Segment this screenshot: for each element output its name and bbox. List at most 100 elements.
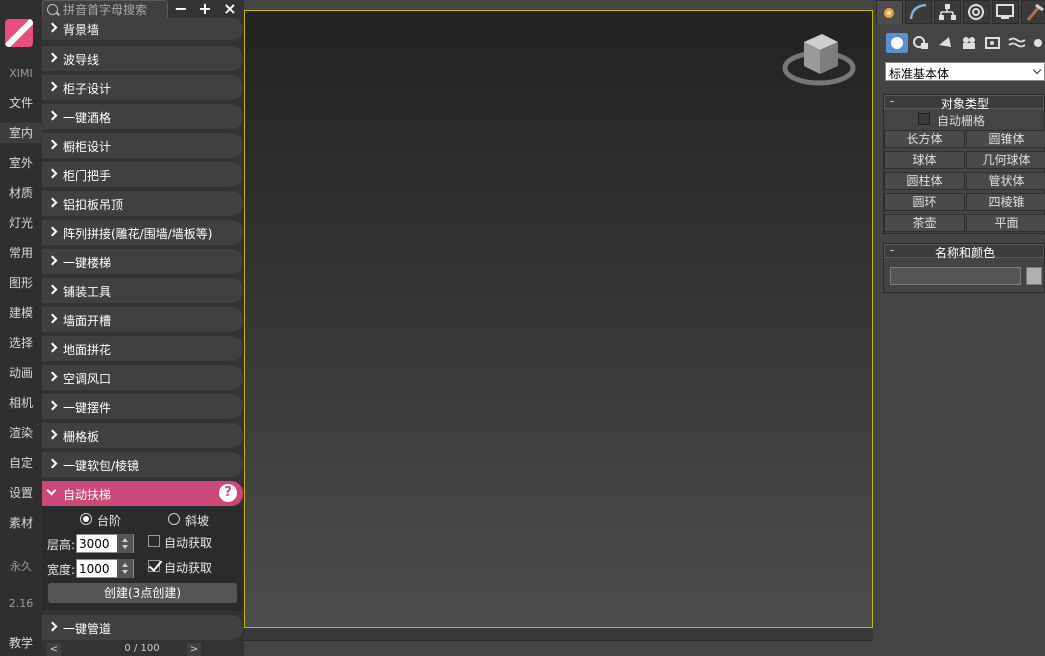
- prev-page-button[interactable]: <: [47, 643, 61, 656]
- name-color-header[interactable]: - 名称和颜色: [884, 243, 1044, 260]
- menu-item-paving-tools[interactable]: 铺装工具: [42, 278, 243, 303]
- spin-up-icon[interactable]: [122, 563, 128, 567]
- object-category-dropdown[interactable]: 标准基本体: [885, 62, 1045, 81]
- menu-item-ac-vent[interactable]: 空调风口: [42, 365, 243, 390]
- subcat-geometry[interactable]: [886, 33, 908, 53]
- subcat-helpers[interactable]: [982, 33, 1004, 53]
- auto-get-height-checkbox[interactable]: [148, 535, 160, 547]
- nav-item-render[interactable]: 渲染: [0, 425, 42, 441]
- menu-item-floor-pattern[interactable]: 地面拼花: [42, 336, 243, 361]
- subcat-lights[interactable]: [934, 33, 956, 53]
- nav-item-select[interactable]: 选择: [0, 335, 42, 351]
- menu-item-waveguide[interactable]: 波导线: [42, 46, 243, 71]
- chevron-down-icon: [46, 485, 57, 496]
- spin-down-icon[interactable]: [122, 545, 128, 549]
- help-icon[interactable]: ?: [219, 484, 237, 502]
- object-type-header[interactable]: - 对象类型: [884, 94, 1044, 111]
- menu-item-background-wall[interactable]: 背景墙: [42, 18, 243, 40]
- spin-up-icon[interactable]: [122, 538, 128, 542]
- tab-hierarchy[interactable]: [934, 0, 961, 24]
- auto-get-height-label: 自动获取: [164, 536, 213, 550]
- collapse-button[interactable]: −: [171, 0, 191, 18]
- nav-item-common[interactable]: 常用: [0, 245, 42, 261]
- nav-item-assets[interactable]: 素材: [0, 515, 42, 531]
- next-page-button[interactable]: >: [187, 643, 201, 656]
- menu-item-wall-groove[interactable]: 墙面开槽: [42, 307, 243, 332]
- spin-down-icon[interactable]: [122, 570, 128, 574]
- menu-item-soft-pack[interactable]: 一键软包/棱镜: [42, 452, 243, 477]
- menu-item-door-handle[interactable]: 柜门把手: [42, 162, 243, 187]
- teapot-button[interactable]: 茶壶: [884, 214, 965, 232]
- tab-motion[interactable]: [963, 0, 990, 24]
- floor-height-input[interactable]: [79, 536, 119, 551]
- auto-get-width-checkbox[interactable]: [148, 560, 160, 572]
- tab-create[interactable]: [876, 0, 903, 24]
- subcat-spacewarps[interactable]: [1006, 33, 1028, 53]
- tab-display[interactable]: [992, 0, 1019, 24]
- menu-item-stairs[interactable]: 一键楼梯: [42, 249, 243, 274]
- autogrid-label: 自动栅格: [937, 114, 986, 128]
- nav-item-settings[interactable]: 设置: [0, 485, 42, 501]
- subcat-shapes[interactable]: [910, 33, 932, 53]
- nav-item-tutorial[interactable]: 教学: [0, 635, 42, 651]
- menu-item-label: 一键管道: [63, 622, 112, 636]
- chevron-right-icon: [47, 255, 58, 266]
- chevron-right-icon: [47, 400, 58, 411]
- radio-step[interactable]: [80, 513, 92, 525]
- viewport[interactable]: [244, 10, 873, 628]
- lights-icon: [939, 37, 951, 47]
- viewcube-icon[interactable]: [782, 30, 856, 92]
- nav-item-exterior[interactable]: 室外: [0, 155, 42, 171]
- sphere-button[interactable]: 球体: [884, 151, 965, 169]
- floor-height-stepper[interactable]: [117, 534, 133, 553]
- width-input[interactable]: [79, 561, 119, 576]
- object-name-input[interactable]: [890, 267, 1021, 285]
- menu-item-label: 背景墙: [63, 23, 100, 37]
- search-input[interactable]: [63, 2, 163, 18]
- width-stepper[interactable]: [117, 559, 133, 578]
- menu-item-pipeline[interactable]: 一键管道: [42, 615, 243, 640]
- tab-modify[interactable]: [905, 0, 932, 24]
- nav-item-material[interactable]: 材质: [0, 185, 42, 201]
- geosphere-button[interactable]: 几何球体: [966, 151, 1045, 169]
- menu-item-cabinet-design[interactable]: 柜子设计: [42, 75, 243, 100]
- create-button[interactable]: 创建(3点创建): [48, 583, 237, 603]
- object-color-swatch[interactable]: [1026, 267, 1042, 285]
- menu-item-label: 一键楼梯: [63, 256, 112, 270]
- nav-item-animation[interactable]: 动画: [0, 365, 42, 381]
- cylinder-button[interactable]: 圆柱体: [884, 172, 965, 190]
- nav-item-lights[interactable]: 灯光: [0, 215, 42, 231]
- plane-button[interactable]: 平面: [966, 214, 1045, 232]
- menu-item-ornaments[interactable]: 一键摆件: [42, 394, 243, 419]
- menu-item-escalator[interactable]: 自动扶梯 ?: [42, 481, 243, 506]
- chevron-right-icon: [47, 429, 58, 440]
- cone-button[interactable]: 圆锥体: [966, 130, 1045, 148]
- pyramid-button[interactable]: 四棱锥: [966, 193, 1045, 211]
- expand-button[interactable]: +: [195, 0, 215, 18]
- ximi-logo-icon[interactable]: [5, 19, 33, 47]
- nav-item-modeling[interactable]: 建模: [0, 305, 42, 321]
- subcat-cameras[interactable]: [958, 33, 980, 53]
- menu-item-array-tiling[interactable]: 阵列拼接(雕花/围墙/墙板等): [42, 220, 243, 245]
- autogrid-checkbox[interactable]: [918, 113, 930, 125]
- nav-item-shapes[interactable]: 图形: [0, 275, 42, 291]
- menu-item-aluminum-ceiling[interactable]: 铝扣板吊顶: [42, 191, 243, 216]
- radio-slope[interactable]: [168, 513, 180, 525]
- menu-item-grille[interactable]: 栅格板: [42, 423, 243, 448]
- pager: < 0 / 100 >: [42, 641, 244, 656]
- menu-item-label: 橱柜设计: [63, 140, 112, 154]
- nav-item-file[interactable]: 文件: [0, 95, 42, 111]
- chevron-right-icon: [47, 342, 58, 353]
- close-button[interactable]: ×: [220, 0, 240, 18]
- tab-utilities[interactable]: [1021, 0, 1045, 24]
- nav-item-camera[interactable]: 相机: [0, 395, 42, 411]
- menu-item-kitchen-cabinet[interactable]: 橱柜设计: [42, 133, 243, 158]
- box-button[interactable]: 长方体: [884, 130, 965, 148]
- chevron-right-icon: [47, 197, 58, 208]
- subcat-systems[interactable]: [1030, 33, 1045, 53]
- nav-item-interior[interactable]: 室内: [0, 123, 42, 143]
- torus-button[interactable]: 圆环: [884, 193, 965, 211]
- nav-item-custom[interactable]: 自定: [0, 455, 42, 471]
- tube-button[interactable]: 管状体: [966, 172, 1045, 190]
- menu-item-wine-rack[interactable]: 一键酒格: [42, 104, 243, 129]
